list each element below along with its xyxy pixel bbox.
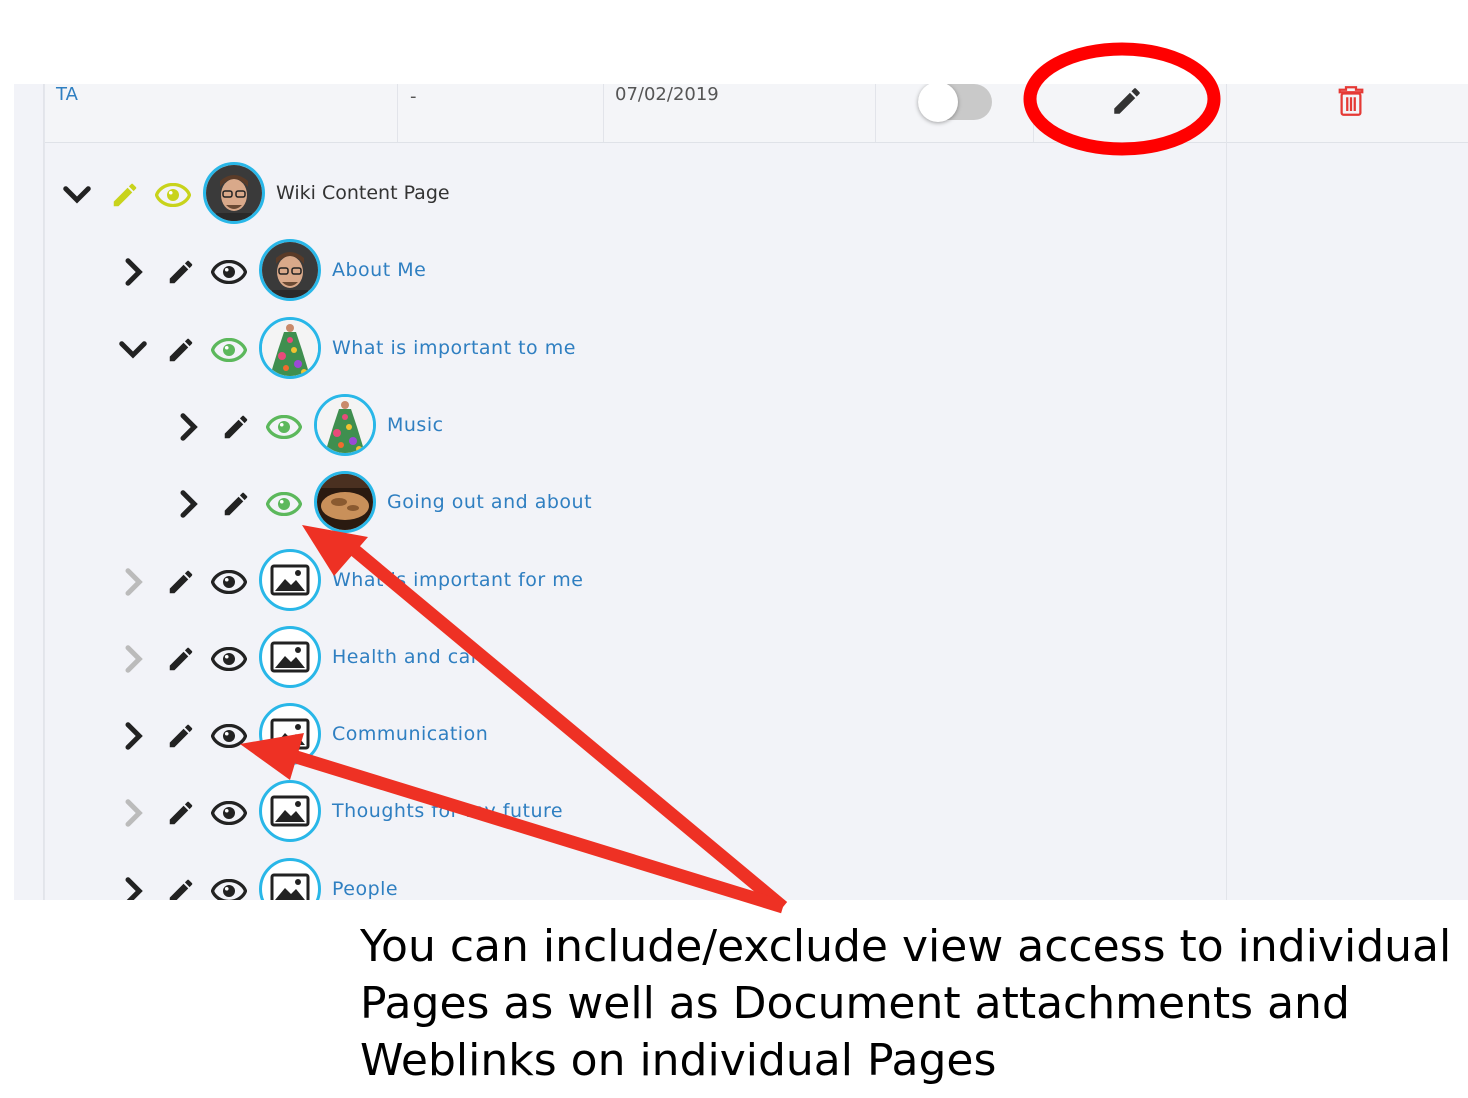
arrow-line — [278, 745, 785, 914]
annotation-caption: You can include/exclude view access to i… — [360, 918, 1460, 1089]
caption-line: Pages as well as Document attachments an… — [360, 978, 1350, 1029]
arrow-head — [240, 733, 304, 780]
arrow-line — [335, 533, 788, 912]
caption-line: Weblinks on individual Pages — [360, 1035, 997, 1086]
highlight-circle — [1023, 42, 1221, 156]
caption-line: You can include/exclude view access to i… — [360, 921, 1452, 972]
